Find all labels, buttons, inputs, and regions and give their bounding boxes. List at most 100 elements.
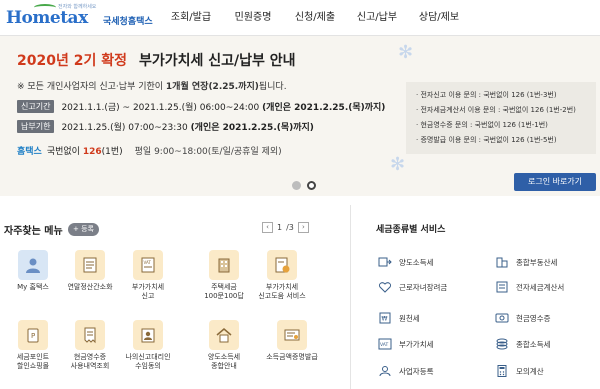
tile-label: 세금포인트 할인쇼핑몰 (16, 353, 50, 370)
filing-period-text: 2021.1.1.(금) ~ 2021.1.25.(월) 06:00~24:00… (61, 102, 386, 113)
tax-item-real-estate[interactable]: 종합부동산세 (495, 256, 557, 268)
vat-small-icon: VAT (378, 338, 392, 350)
heart-icon (378, 281, 392, 293)
tax-item-transfer[interactable]: 양도소득세 (378, 256, 434, 268)
nav-item-filing[interactable]: 신고/납부 (346, 0, 408, 36)
phone-number: 국번없이 126(1번) (46, 147, 123, 157)
nav-item-consult[interactable]: 상담/제보 (408, 0, 470, 36)
nav-item-application[interactable]: 신청/제출 (284, 0, 346, 36)
page-total: /3 (286, 223, 294, 232)
contact-info-box: 전자신고 이용 문의 : 국번없이 126 (1번-3번) 전자세금계산서 이용… (406, 82, 596, 154)
headline-period: 2020년 2기 확정 (17, 53, 127, 69)
tax-item-label: 근로자녀장려금 (399, 282, 448, 292)
receipt-icon (75, 320, 105, 350)
tile-label: 나의신고대리인 수임동의 (125, 353, 171, 370)
phone-brand: 홈택스 (17, 147, 42, 157)
extension-note: ※ 모든 개인사업자의 신고·납부 기한이 1개월 연장(2.25.까지)됩니다… (17, 79, 287, 92)
tile-label: 현금영수증 사용내역조회 (70, 353, 110, 370)
tax-item-income-tax[interactable]: 종합소득세 (495, 338, 551, 350)
fav-tile-cash-receipt[interactable]: 현금영수증 사용내역조회 (60, 320, 120, 371)
fav-tile-transfer-tax[interactable]: 양도소득세 종합안내 (194, 320, 254, 371)
pinwheel-icon: ✻ (390, 154, 406, 175)
agent-icon (133, 320, 163, 350)
fav-tile-year-end[interactable]: 연말정산간소화 (60, 250, 120, 292)
tax-item-label: 모의계산 (516, 366, 544, 376)
vat-icon: VAT (133, 250, 163, 280)
fav-tile-housing-tax[interactable]: 주택세금 100문100답 (194, 250, 254, 301)
cash-receipt-icon (495, 312, 509, 324)
prev-page-button[interactable]: ‹ (262, 222, 273, 233)
main-nav: 조회/발급 민원증명 신청/제출 신고/납부 상담/제보 (160, 0, 470, 36)
tax-item-label: 현금영수증 (516, 313, 551, 323)
real-estate-icon (495, 256, 509, 268)
contact-info-item: 전자세금계산서 이용 문의 : 국번없이 126 (1번-2번) (416, 103, 586, 118)
svg-text:VAT: VAT (144, 260, 152, 265)
tax-item-e-invoice[interactable]: 전자세금계산서 (495, 281, 564, 293)
vat-notice-banner[interactable]: ✻ ✻ ✻ 2020년 2기 확정부가가치세 신고/납부 안내 ※ 모든 개인사… (0, 36, 600, 196)
logo-text: Hometax (6, 8, 88, 28)
favorites-pager: ‹ 1/3 › (262, 222, 309, 233)
add-favorite-button[interactable]: + 등록 (68, 223, 99, 236)
carousel-dot-active[interactable] (307, 181, 316, 190)
calculator-icon (495, 365, 509, 377)
note-bold: 1개월 연장(2.25.까지) (165, 82, 259, 92)
payment-deadline-text: 2021.1.25.(월) 07:00~23:30 (개인은 2021.2.25… (61, 122, 314, 133)
tile-label: 부가가치세 신고 (131, 283, 165, 300)
business-reg-icon (378, 365, 392, 377)
tax-item-cash-receipt[interactable]: 현금영수증 (495, 312, 551, 324)
contact-info-item: 전자신고 이용 문의 : 국번없이 126 (1번-3번) (416, 88, 586, 103)
person-icon (18, 250, 48, 280)
login-shortcut-button[interactable]: 로그인 바로가기 (514, 173, 596, 191)
tax-item-simulation[interactable]: 모의계산 (495, 365, 544, 377)
carousel-dot[interactable] (292, 181, 301, 190)
fav-tile-my-hometax[interactable]: My 홈택스 (3, 250, 63, 292)
fav-tile-income-cert[interactable]: 소득금액증명발급 (262, 320, 322, 362)
tile-label: 소득금액증명발급 (266, 353, 318, 361)
fav-tile-tax-point[interactable]: P 세금포인트 할인쇼핑몰 (3, 320, 63, 371)
payment-deadline-label: 납부기한 (17, 119, 55, 133)
page-current: 1 (277, 223, 283, 232)
business-hours: 평일 9:00~18:00(토/일/공휴일 제외) (134, 147, 282, 157)
point-icon: P (18, 320, 48, 350)
tax-item-withholding[interactable]: ₩ 원천세 (378, 312, 420, 324)
svg-text:P: P (31, 332, 35, 340)
tax-item-label: 부가가치세 (399, 339, 434, 349)
fav-tile-vat-help[interactable]: 부가가치세 신고도움 서비스 (252, 250, 312, 301)
fav-tile-agent-consent[interactable]: 나의신고대리인 수임동의 (118, 320, 178, 371)
tile-label: 부가가치세 신고도움 서비스 (258, 283, 306, 300)
next-page-button[interactable]: › (297, 222, 309, 233)
tax-item-label: 원천세 (399, 313, 420, 323)
hometax-logo[interactable]: 전자와 함께하세요 Hometax 국세청홈택스 (6, 3, 156, 33)
svg-text:₩: ₩ (382, 316, 388, 323)
fav-tile-vat-filing[interactable]: VAT 부가가치세 신고 (118, 250, 178, 301)
logo-subtitle: 국세청홈택스 (103, 17, 153, 27)
transfer-tax-icon (378, 256, 392, 268)
tax-item-vat[interactable]: VAT 부가가치세 (378, 338, 434, 350)
tax-services-title: 세금종류별 서비스 (376, 225, 446, 235)
tax-item-label: 종합소득세 (516, 339, 551, 349)
building-icon (209, 250, 239, 280)
contact-info-item: 증명발급 이용 문의 : 국번없이 126 (1번-5번) (416, 133, 586, 148)
tax-item-business-reg[interactable]: 사업자등록 (378, 365, 434, 377)
filing-period-label: 신고기간 (17, 99, 55, 113)
note-prefix: ※ 모든 개인사업자의 신고·납부 기한이 (17, 82, 166, 92)
tile-label: My 홈택스 (17, 283, 49, 291)
tax-item-label: 종합부동산세 (516, 257, 558, 267)
tax-item-earned-income-credit[interactable]: 근로자녀장려금 (378, 281, 447, 293)
income-tax-icon (495, 338, 509, 350)
favorites-title: 자주찾는 메뉴 (4, 226, 63, 237)
phone-info: 홈택스 국번없이 126(1번) 평일 9:00~18:00(토/일/공휴일 제외) (17, 144, 282, 157)
tax-item-label: 사업자등록 (399, 366, 434, 376)
nav-item-inquiry[interactable]: 조회/발급 (160, 0, 222, 36)
nav-item-certificate[interactable]: 민원증명 (222, 0, 284, 36)
carousel-indicator (292, 181, 316, 190)
tile-label: 연말정산간소화 (67, 283, 113, 291)
headline-title: 부가가치세 신고/납부 안내 (138, 53, 296, 69)
payment-deadline-row: 납부기한 2021.1.25.(월) 07:00~23:30 (개인은 2021… (17, 119, 314, 133)
banner-headline: 2020년 2기 확정 부가가치세 신고/납부 안내 (17, 50, 296, 70)
help-doc-icon (267, 250, 297, 280)
note-suffix: 됩니다. (258, 82, 287, 92)
certificate-icon (277, 320, 307, 350)
tile-label: 양도소득세 종합안내 (207, 353, 241, 370)
pinwheel-icon: ✻ (398, 42, 414, 63)
